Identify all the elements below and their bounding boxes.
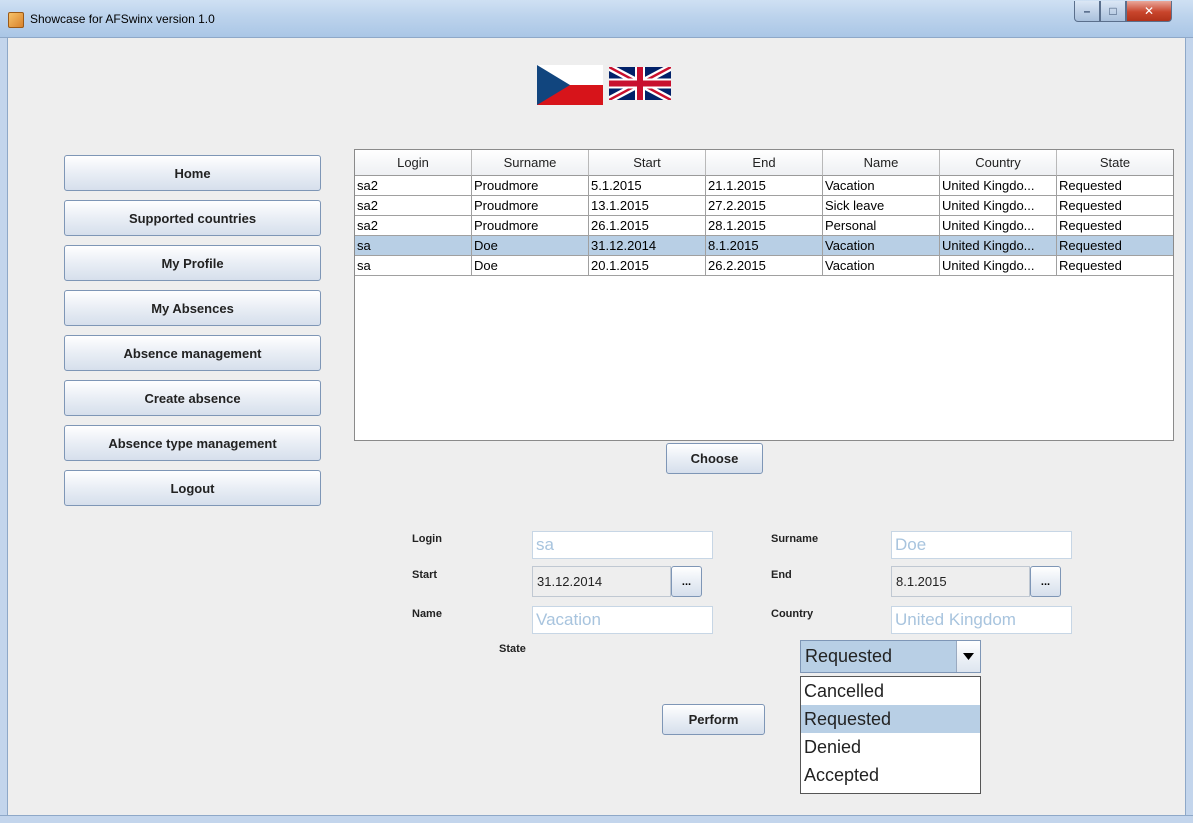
surname-label: Surname xyxy=(771,533,819,545)
table-cell: Sick leave xyxy=(823,196,940,216)
column-header-country[interactable]: Country xyxy=(940,150,1057,176)
surname-field[interactable]: Doe xyxy=(891,531,1072,559)
title-bar: Showcase for AFSwinx version 1.0 – □ ✕ xyxy=(0,0,1193,38)
table-cell: 8.1.2015 xyxy=(706,236,823,256)
column-header-login[interactable]: Login xyxy=(355,150,472,176)
table-cell: sa2 xyxy=(355,196,472,216)
start-date-field[interactable]: 31.12.2014 xyxy=(532,566,671,597)
start-label: Start xyxy=(412,569,438,581)
window-title: Showcase for AFSwinx version 1.0 xyxy=(30,12,215,26)
table-cell: 20.1.2015 xyxy=(589,256,706,276)
start-date-picker-button[interactable]: ... xyxy=(671,566,702,597)
state-combobox[interactable]: Requested xyxy=(800,640,981,673)
java-app-icon xyxy=(8,12,24,28)
minimize-button[interactable]: – xyxy=(1074,1,1100,22)
perform-button[interactable]: Perform xyxy=(662,704,765,735)
close-button[interactable]: ✕ xyxy=(1126,1,1172,22)
end-date-field[interactable]: 8.1.2015 xyxy=(891,566,1030,597)
table-cell: sa2 xyxy=(355,176,472,196)
table-cell: sa xyxy=(355,256,472,276)
state-option-requested[interactable]: Requested xyxy=(801,705,980,733)
table-cell: Proudmore xyxy=(472,216,589,236)
table-header: Login Surname Start End Name Country Sta… xyxy=(355,150,1173,176)
uk-flag-icon[interactable] xyxy=(607,63,673,104)
czech-flag-icon[interactable] xyxy=(537,65,603,105)
chevron-down-icon[interactable] xyxy=(956,641,980,672)
my-profile-button[interactable]: My Profile xyxy=(64,245,321,281)
state-label: State xyxy=(499,643,526,655)
table-row[interactable]: sa2 Proudmore 5.1.2015 21.1.2015 Vacatio… xyxy=(355,176,1173,196)
table-cell: 31.12.2014 xyxy=(589,236,706,256)
table-cell: Requested xyxy=(1057,176,1173,196)
create-absence-button[interactable]: Create absence xyxy=(64,380,321,416)
state-option-accepted[interactable]: Accepted xyxy=(801,761,980,789)
login-field[interactable]: sa xyxy=(532,531,713,559)
absences-table[interactable]: Login Surname Start End Name Country Sta… xyxy=(354,149,1174,441)
table-cell: Requested xyxy=(1057,236,1173,256)
country-field[interactable]: United Kingdom xyxy=(891,606,1072,634)
window-frame-right xyxy=(1185,38,1193,823)
table-cell: 28.1.2015 xyxy=(706,216,823,236)
table-cell: United Kingdo... xyxy=(940,256,1057,276)
name-label: Name xyxy=(412,608,442,620)
table-cell: Vacation xyxy=(823,256,940,276)
column-header-end[interactable]: End xyxy=(706,150,823,176)
login-label: Login xyxy=(412,533,442,545)
column-header-name[interactable]: Name xyxy=(823,150,940,176)
table-cell: Proudmore xyxy=(472,196,589,216)
maximize-button[interactable]: □ xyxy=(1100,1,1126,22)
table-cell: Requested xyxy=(1057,256,1173,276)
end-label: End xyxy=(771,569,792,581)
window-frame-bottom xyxy=(0,815,1193,823)
table-cell: 26.2.2015 xyxy=(706,256,823,276)
table-cell: United Kingdo... xyxy=(940,216,1057,236)
table-cell: United Kingdo... xyxy=(940,236,1057,256)
column-header-start[interactable]: Start xyxy=(589,150,706,176)
table-cell: United Kingdo... xyxy=(940,196,1057,216)
table-cell: Vacation xyxy=(823,236,940,256)
table-cell: Proudmore xyxy=(472,176,589,196)
table-cell: 21.1.2015 xyxy=(706,176,823,196)
table-cell: United Kingdo... xyxy=(940,176,1057,196)
table-cell: sa2 xyxy=(355,216,472,236)
state-combobox-value[interactable]: Requested xyxy=(801,641,956,672)
table-row[interactable]: sa2 Proudmore 26.1.2015 28.1.2015 Person… xyxy=(355,216,1173,236)
choose-button[interactable]: Choose xyxy=(666,443,763,474)
column-header-surname[interactable]: Surname xyxy=(472,150,589,176)
table-cell: 5.1.2015 xyxy=(589,176,706,196)
state-option-cancelled[interactable]: Cancelled xyxy=(801,677,980,705)
table-cell: Requested xyxy=(1057,216,1173,236)
table-cell: Requested xyxy=(1057,196,1173,216)
table-cell: Doe xyxy=(472,236,589,256)
home-button[interactable]: Home xyxy=(64,155,321,191)
supported-countries-button[interactable]: Supported countries xyxy=(64,200,321,236)
column-header-state[interactable]: State xyxy=(1057,150,1173,176)
table-cell: 27.2.2015 xyxy=(706,196,823,216)
state-dropdown-list: Cancelled Requested Denied Accepted xyxy=(800,676,981,794)
absence-type-management-button[interactable]: Absence type management xyxy=(64,425,321,461)
window-frame-left xyxy=(0,38,8,823)
end-date-picker-button[interactable]: ... xyxy=(1030,566,1061,597)
table-cell: 13.1.2015 xyxy=(589,196,706,216)
country-label: Country xyxy=(771,608,814,620)
table-cell: Vacation xyxy=(823,176,940,196)
table-cell: Doe xyxy=(472,256,589,276)
table-cell: Personal xyxy=(823,216,940,236)
logout-button[interactable]: Logout xyxy=(64,470,321,506)
my-absences-button[interactable]: My Absences xyxy=(64,290,321,326)
table-cell: 26.1.2015 xyxy=(589,216,706,236)
table-row[interactable]: sa2 Proudmore 13.1.2015 27.2.2015 Sick l… xyxy=(355,196,1173,216)
state-option-denied[interactable]: Denied xyxy=(801,733,980,761)
table-row-selected[interactable]: sa Doe 31.12.2014 8.1.2015 Vacation Unit… xyxy=(355,236,1173,256)
name-field[interactable]: Vacation xyxy=(532,606,713,634)
table-cell: sa xyxy=(355,236,472,256)
absence-management-button[interactable]: Absence management xyxy=(64,335,321,371)
table-row[interactable]: sa Doe 20.1.2015 26.2.2015 Vacation Unit… xyxy=(355,256,1173,276)
